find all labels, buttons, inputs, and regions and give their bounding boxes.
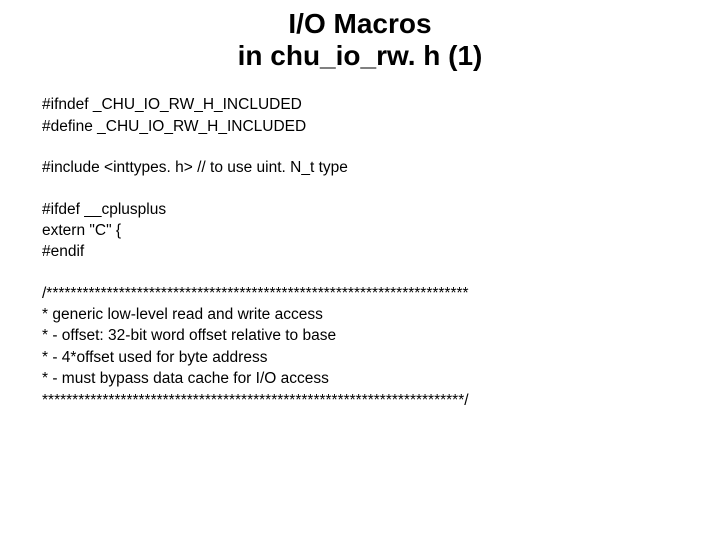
code-line: #endif	[42, 241, 690, 262]
slide-title: I/O Macros in chu_io_rw. h (1)	[0, 0, 720, 72]
code-line: extern "C" {	[42, 220, 690, 241]
code-line: * generic low-level read and write acces…	[42, 304, 690, 325]
code-line: * - offset: 32-bit word offset relative …	[42, 325, 690, 346]
code-line: #include <inttypes. h> // to use uint. N…	[42, 157, 690, 178]
code-line: #ifdef __cplusplus	[42, 199, 690, 220]
code-line: /***************************************…	[42, 283, 690, 304]
code-line: #ifndef _CHU_IO_RW_H_INCLUDED	[42, 94, 690, 115]
slide: I/O Macros in chu_io_rw. h (1) #ifndef _…	[0, 0, 720, 540]
blank-line	[42, 263, 690, 283]
code-line: ****************************************…	[42, 390, 690, 411]
blank-line	[42, 137, 690, 157]
blank-line	[42, 179, 690, 199]
title-line-2: in chu_io_rw. h (1)	[0, 40, 720, 72]
code-line: #define _CHU_IO_RW_H_INCLUDED	[42, 116, 690, 137]
title-line-1: I/O Macros	[0, 8, 720, 40]
code-body: #ifndef _CHU_IO_RW_H_INCLUDED #define _C…	[0, 72, 720, 411]
code-line: * - 4*offset used for byte address	[42, 347, 690, 368]
code-line: * - must bypass data cache for I/O acces…	[42, 368, 690, 389]
